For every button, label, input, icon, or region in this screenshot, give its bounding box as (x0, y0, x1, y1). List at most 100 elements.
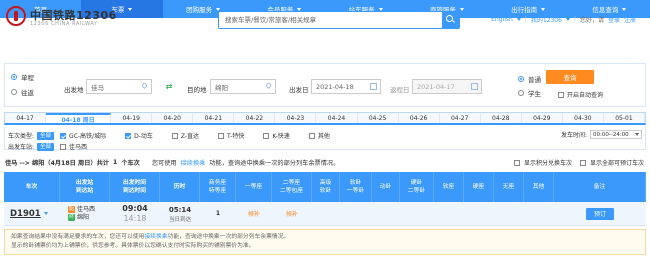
chevron-down-icon[interactable] (565, 18, 570, 21)
date-tab[interactable]: 05-01 (604, 113, 645, 123)
train-number[interactable]: D1901 (10, 209, 41, 219)
book-button[interactable]: 预订 (586, 207, 614, 220)
column-header-line: 历时 (173, 184, 186, 190)
radio-round[interactable] (11, 89, 17, 95)
normal-ticket-option[interactable]: 普通 (518, 74, 541, 84)
query-button[interactable]: 查询 (546, 70, 594, 84)
date-tab[interactable]: 04-20 (152, 113, 194, 123)
my-12306-link[interactable]: 我的12306 (531, 15, 562, 24)
tip-pre: 您可使用 (151, 160, 177, 167)
points-checkbox[interactable] (513, 159, 520, 166)
date-tab[interactable]: 04-27 (440, 113, 481, 123)
column-header: 硬座 (464, 172, 494, 202)
column-header-line: 车次 (25, 184, 38, 190)
calendar-icon[interactable] (471, 83, 478, 90)
times-cell: 09:04 14:18 (110, 202, 160, 225)
date-tab[interactable]: 04-17 (5, 113, 47, 123)
to-field[interactable]: 绵阳 (210, 79, 276, 94)
column-header[interactable]: 历时 (160, 172, 200, 202)
second-class-cell[interactable]: 候补 (272, 202, 312, 225)
auto-query-checkbox[interactable] (558, 91, 564, 98)
column-header: 二等座 二等包座 (272, 172, 312, 202)
other-cell (524, 202, 554, 225)
train-type-filter: 车次类型: 全部 GC-高铁/城际 D-动车 Z-直达 T-特快 K-快速 其他 (8, 131, 330, 140)
train-type-label: K-快速 (272, 133, 290, 140)
notes-transfer-link[interactable]: 接续换乘 (144, 234, 167, 240)
date-tab[interactable]: 04-26 (399, 113, 440, 123)
date-tab[interactable]: 04-21 (193, 113, 235, 123)
trip-oneway-option[interactable]: 单程 (11, 72, 34, 82)
calendar-icon[interactable] (370, 83, 377, 90)
login-link[interactable]: 登录 (608, 15, 620, 24)
chevron-down-icon[interactable] (516, 18, 521, 21)
swap-icon[interactable]: ⇄ (164, 82, 174, 92)
all-trains-checkbox[interactable] (579, 159, 586, 166)
student-ticket-option[interactable]: 学生 (518, 88, 541, 98)
column-header: 商务座 特等座 (200, 172, 236, 202)
train-type-checkbox[interactable] (308, 132, 315, 139)
date-tab[interactable]: 04-24 (316, 113, 358, 123)
transfer-link[interactable]: 接续换乘 (181, 158, 206, 167)
station-checkbox[interactable] (60, 143, 67, 150)
to-value: 绵阳 (215, 83, 228, 92)
radio-student[interactable] (518, 90, 524, 96)
train-type-checkbox[interactable] (263, 132, 270, 139)
column-header: 软座 (434, 172, 464, 202)
column-header[interactable]: 出发时间 到达时间 (110, 172, 160, 202)
depart-time-select[interactable]: 00:00--24:00 (590, 130, 642, 139)
date-tab[interactable]: 04-19 (111, 113, 153, 123)
soft-seat-cell (434, 202, 464, 225)
from-label: 出发地 (64, 86, 84, 94)
train-type-checkbox[interactable] (218, 132, 225, 139)
to-station-name: 绵阳 (77, 213, 90, 221)
train-type-checkbox[interactable] (125, 132, 132, 139)
notes-box: 如果查询结果中没有满足要求的车次，您还可以使用接续换乘功能，查询途中换乘一次的部… (4, 229, 646, 255)
from-field[interactable]: 佳马 (86, 79, 152, 94)
to-station[interactable]: 终绵阳 (68, 213, 90, 222)
date-tab[interactable]: 04-28 (481, 113, 522, 123)
column-header-line: 动卧 (379, 184, 392, 190)
from-station[interactable]: 始佳马西 (68, 205, 95, 214)
depart-label: 出发日 (289, 86, 309, 94)
location-pin-icon (140, 81, 149, 90)
depart-time-value: 00:00--24:00 (593, 131, 629, 138)
column-header: 其他 (524, 172, 554, 202)
train-type-checkbox[interactable] (171, 132, 178, 139)
date-tab[interactable]: 04-22 (234, 113, 276, 123)
chevron-down-icon (459, 7, 464, 11)
column-header-line: 二等卧 (407, 188, 426, 194)
date-tab[interactable]: 04-29 (522, 113, 563, 123)
return-date-field[interactable]: 2021-04-17 (412, 79, 482, 94)
trip-round-label: 往返 (21, 89, 34, 97)
return-date-value: 2021-04-17 (417, 82, 455, 91)
chevron-down-icon[interactable] (43, 212, 48, 215)
date-tab[interactable]: 04-23 (275, 113, 317, 123)
column-header: 硬卧 二等卧 (400, 172, 434, 202)
auto-query-option[interactable]: 开启自动查询 (558, 90, 603, 99)
tip-post: 功能，查询途中换乘一次的部分列车余票情况。 (209, 160, 340, 167)
radio-oneway[interactable] (11, 74, 17, 80)
site-search (218, 11, 460, 29)
first-class-cell[interactable]: 候补 (236, 202, 272, 225)
motor-sleeper-cell (372, 202, 400, 225)
search-input[interactable] (219, 12, 441, 28)
date-tab[interactable]: 04-18 周日 (46, 113, 112, 124)
date-tab[interactable]: 04-25 (358, 113, 399, 123)
date-tab[interactable]: 04-30 (563, 113, 604, 123)
train-type-label: Z-直达 (180, 133, 200, 140)
search-icon[interactable] (442, 12, 459, 28)
train-type-checkbox[interactable] (60, 132, 67, 139)
action-cell: 预订 (554, 202, 646, 225)
radio-normal[interactable] (518, 76, 524, 82)
trip-round-option[interactable]: 往返 (11, 87, 34, 97)
date-tabs: 04-17 04-18 周日 04-19 04-20 04-21 04-22 04-23 04… (4, 112, 646, 125)
all-types-button[interactable]: 全部 (37, 131, 55, 140)
column-header-line: 硬卧 (410, 180, 423, 186)
depart-date-field[interactable]: 2021-04-18 (311, 79, 381, 94)
student-label: 学生 (528, 90, 541, 98)
all-stations-button[interactable]: 全部 (37, 142, 55, 151)
register-link[interactable]: 注册 (624, 15, 636, 24)
column-header[interactable]: 车次 (4, 172, 60, 202)
language-link[interactable]: English (491, 16, 513, 23)
railway-logo-icon[interactable] (6, 6, 26, 26)
